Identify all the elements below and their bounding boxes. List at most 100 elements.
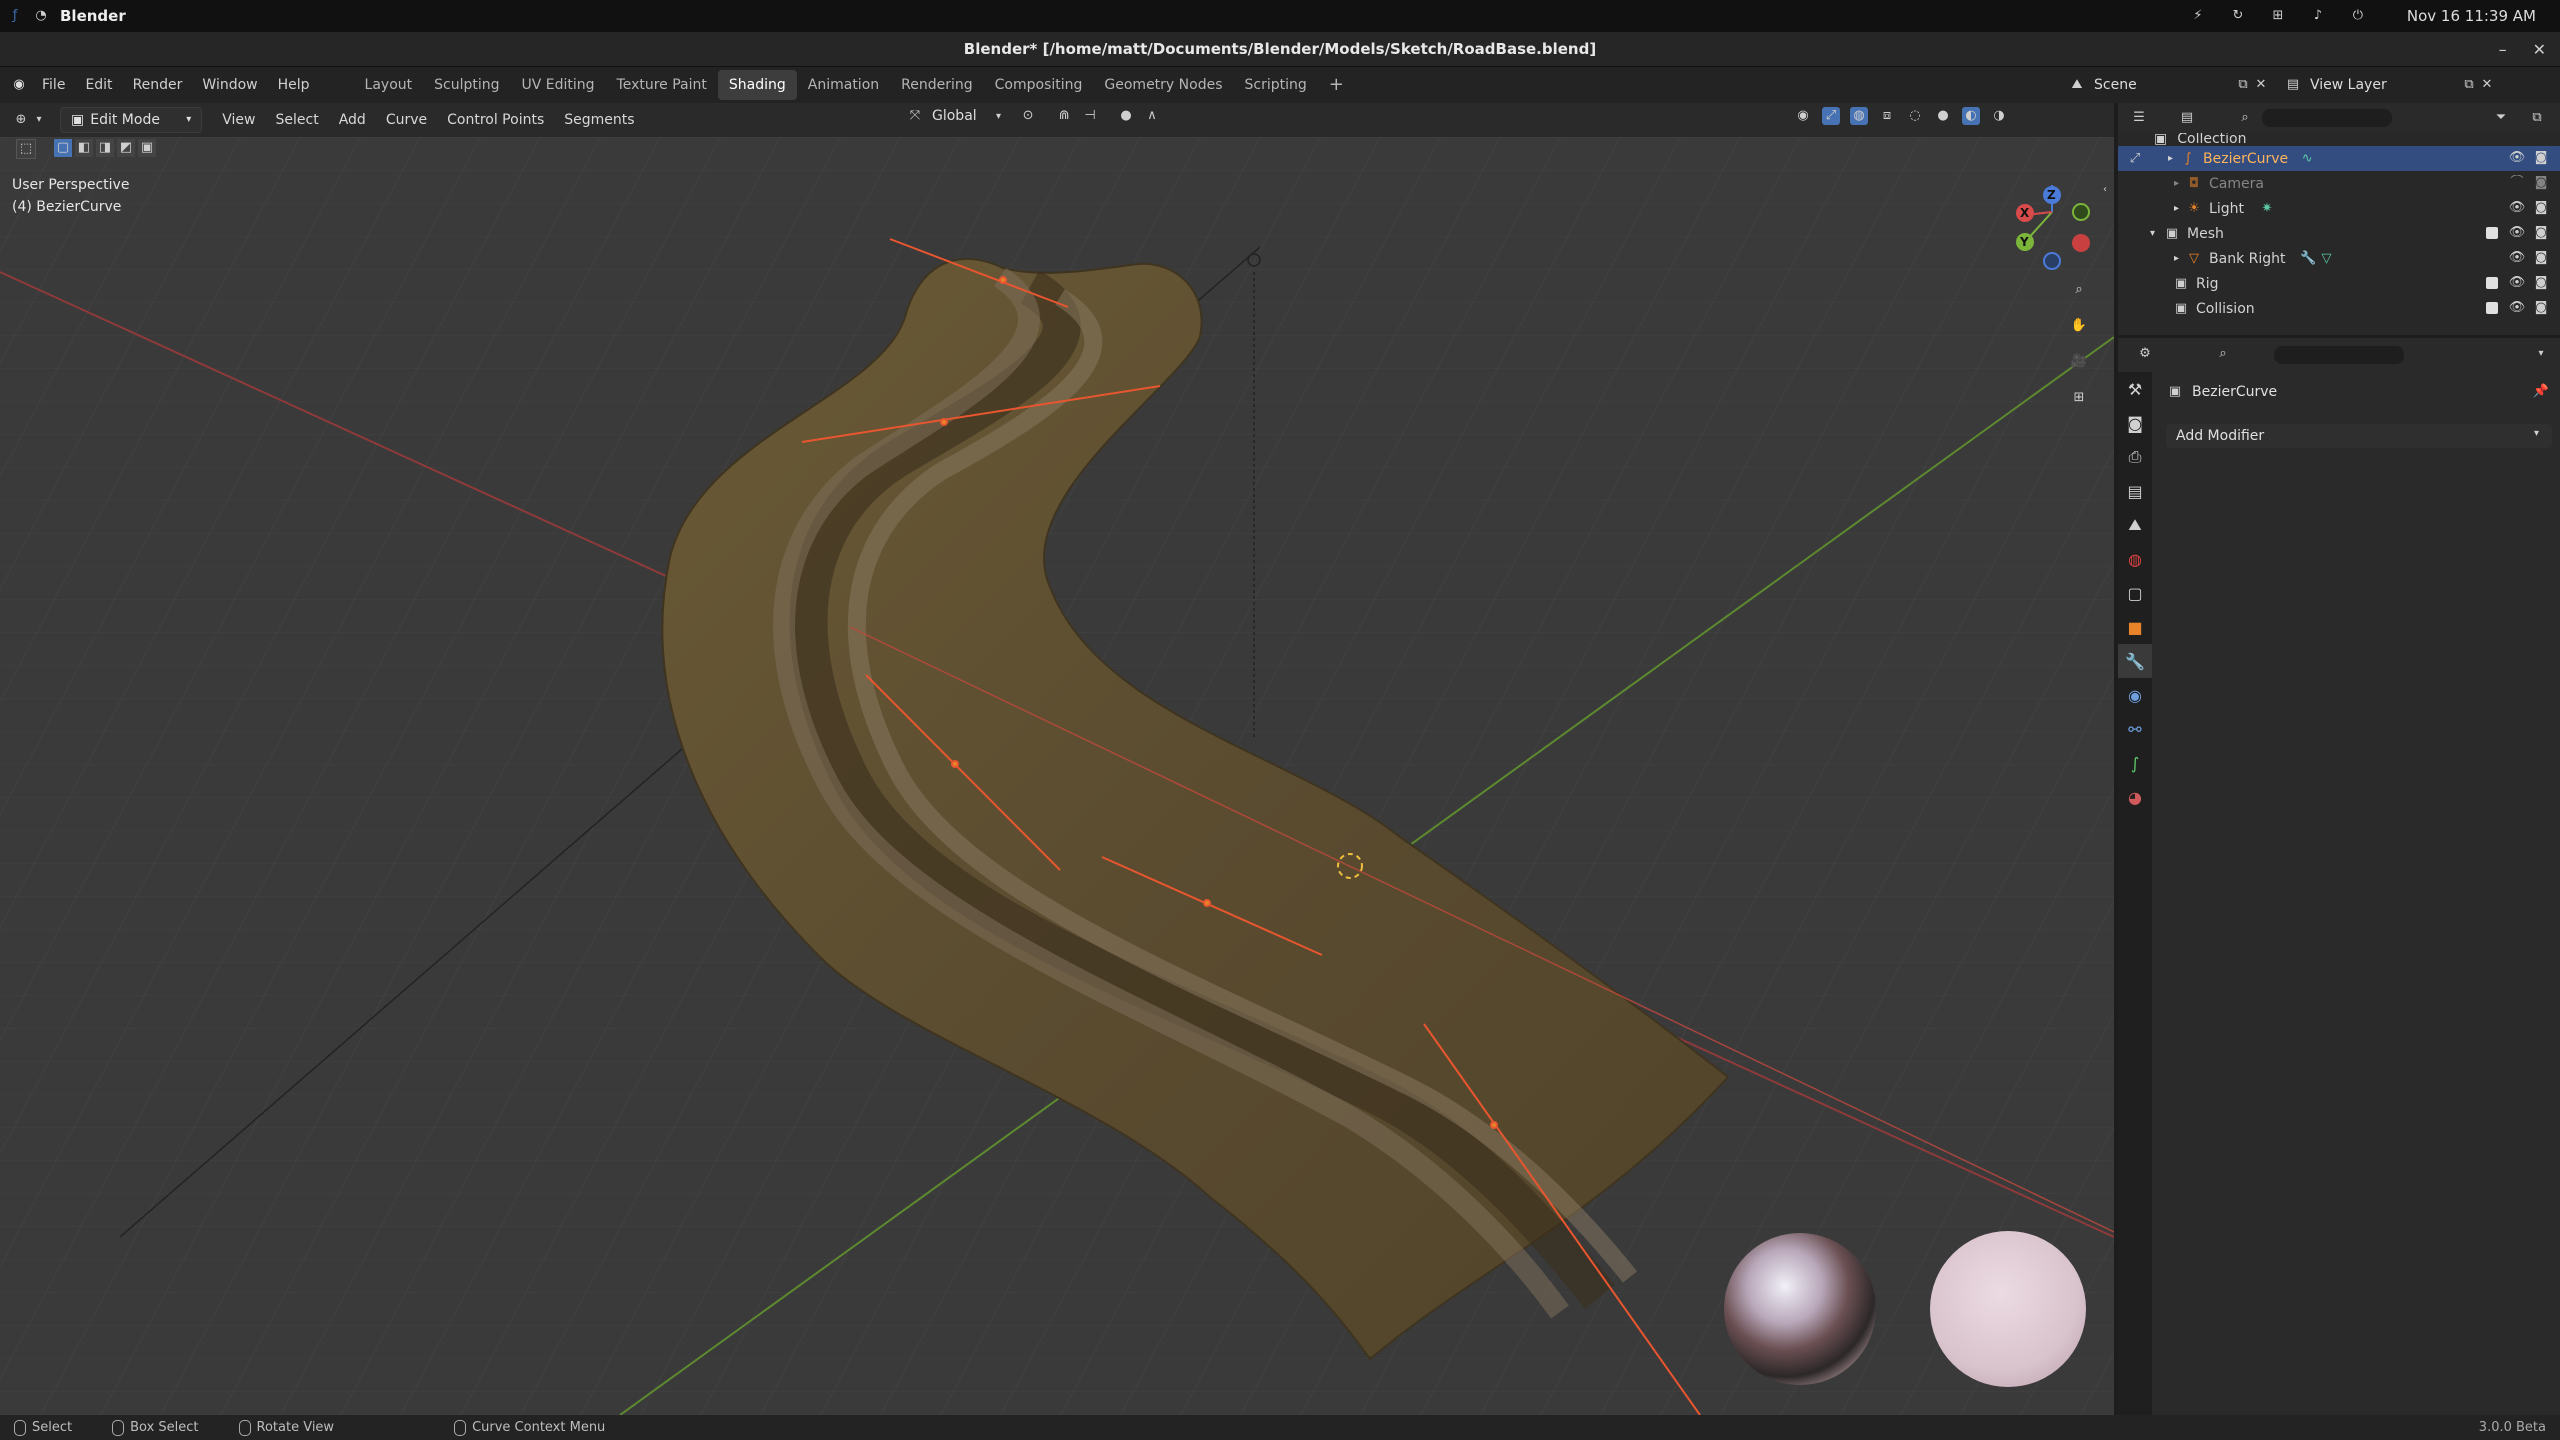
sidebar-toggle-icon[interactable]: ‹ <box>2096 181 2114 199</box>
menu-control-points[interactable]: Control Points <box>437 107 554 133</box>
view-layer-icon[interactable]: ▤ <box>2284 76 2302 94</box>
activity-icon[interactable]: ⚡ <box>2189 7 2207 25</box>
select-subtract-icon[interactable]: ◨ <box>96 139 114 157</box>
tab-scripting[interactable]: Scripting <box>1234 70 1318 100</box>
camera-render-icon[interactable]: ◙ <box>2532 299 2550 317</box>
eye-icon[interactable]: 👁 <box>2508 249 2526 267</box>
select-extend-icon[interactable]: ◧ <box>75 139 93 157</box>
tab-geometry-nodes[interactable]: Geometry Nodes <box>1093 70 1233 100</box>
outliner-row-rig[interactable]: ▣ Rig 👁 ◙ <box>2118 271 2560 296</box>
menu-window[interactable]: Window <box>192 70 267 100</box>
collection-tab-icon[interactable]: ▢ <box>2118 576 2152 610</box>
outliner-row-camera[interactable]: ▸ ◘ Camera ⌒ ◙ <box>2118 171 2560 196</box>
clock[interactable]: Nov 16 11:39 AM <box>2407 7 2536 25</box>
chevron-down-icon[interactable]: ▾ <box>30 111 48 129</box>
new-collection-icon[interactable]: ⧉ <box>2528 109 2546 127</box>
pin-icon[interactable]: 📌 <box>2532 383 2550 401</box>
snap-target-icon[interactable]: ⊣ <box>1081 107 1099 125</box>
eye-icon[interactable]: 👁 <box>2508 199 2526 217</box>
add-workspace-icon[interactable]: + <box>1318 70 1355 100</box>
world-tab-icon[interactable]: ◍ <box>2118 542 2152 576</box>
remove-view-layer-icon[interactable]: ✕ <box>2478 76 2496 94</box>
camera-render-icon[interactable]: ◙ <box>2532 274 2550 292</box>
edit-mode-toggle-icon[interactable]: ⤢ <box>2126 150 2144 168</box>
view-layer-name[interactable]: View Layer <box>2310 77 2460 93</box>
view-layer-tab-icon[interactable]: ▤ <box>2118 474 2152 508</box>
data-tab-icon[interactable]: ∫ <box>2118 746 2152 780</box>
search-icon[interactable]: ⌕ <box>2214 345 2232 363</box>
camera-view-icon[interactable]: 🎥 <box>2070 353 2088 371</box>
outliner-row-mesh[interactable]: ▾ ▣ Mesh 👁 ◙ <box>2118 221 2560 246</box>
collection-checkbox[interactable] <box>2486 277 2498 289</box>
3d-viewport[interactable]: Z Y X ⬚ ▢ ◧ ◨ ◩ ▣ User Perspective (4) B… <box>0 137 2114 1415</box>
collapse-arrow-icon[interactable]: ▾ <box>2150 228 2155 239</box>
chevron-down-icon[interactable]: ▾ <box>2532 345 2550 363</box>
snap-icon[interactable]: ⋒ <box>1055 107 1073 125</box>
blender-logo-icon[interactable]: ◉ <box>10 76 28 94</box>
tab-shading[interactable]: Shading <box>717 70 797 100</box>
app-name[interactable]: Blender <box>60 7 126 25</box>
xray-icon[interactable]: ⧈ <box>1878 107 1896 125</box>
volume-icon[interactable]: ♪ <box>2309 7 2327 25</box>
camera-render-icon[interactable]: ◙ <box>2532 199 2550 217</box>
scene-name[interactable]: Scene <box>2094 77 2234 93</box>
camera-render-icon[interactable]: ◙ <box>2532 224 2550 242</box>
power-icon[interactable]: ⏻ <box>2349 7 2367 25</box>
expand-arrow-icon[interactable]: ▸ <box>2174 203 2179 214</box>
properties-search-input[interactable] <box>2274 346 2404 364</box>
menu-view[interactable]: View <box>212 107 265 133</box>
camera-render-icon[interactable]: ◙ <box>2532 149 2550 167</box>
camera-render-icon[interactable]: ◙ <box>2532 174 2550 192</box>
update-icon[interactable]: ↻ <box>2229 7 2247 25</box>
editor-type-icon[interactable]: ⊕ <box>12 111 30 129</box>
visibility-icon[interactable]: ◉ <box>1794 107 1812 125</box>
select-new-icon[interactable]: ▢ <box>54 139 72 157</box>
collection-checkbox[interactable] <box>2486 302 2498 314</box>
rendered-shading-icon[interactable]: ◑ <box>1990 107 2008 125</box>
falloff-icon[interactable]: ∧ <box>1143 107 1161 125</box>
pivot-point-icon[interactable]: ⊙ <box>1019 107 1037 125</box>
expand-arrow-icon[interactable]: ▸ <box>2174 178 2179 189</box>
outliner-row-beziercurve[interactable]: ⤢ ▸ ∫ BezierCurve ∿ 👁 ◙ <box>2118 146 2560 171</box>
tab-compositing[interactable]: Compositing <box>984 70 1094 100</box>
outliner-row-light[interactable]: ▸ ☀ Light ✷ 👁 ◙ <box>2118 196 2560 221</box>
proportional-edit-icon[interactable]: ● <box>1117 107 1135 125</box>
select-invert-icon[interactable]: ◩ <box>117 139 135 157</box>
add-modifier-dropdown[interactable]: Add Modifier ▾ <box>2166 424 2552 448</box>
object-tab-icon[interactable]: ■ <box>2118 610 2152 644</box>
outliner-type-icon[interactable]: ☰ <box>2130 109 2148 127</box>
menu-help[interactable]: Help <box>268 70 320 100</box>
solid-shading-icon[interactable]: ● <box>1934 107 1952 125</box>
render-tab-icon[interactable]: ◙ <box>2118 406 2152 440</box>
menu-curve[interactable]: Curve <box>376 107 437 133</box>
chevron-down-icon[interactable]: ▾ <box>996 111 1001 122</box>
eye-icon[interactable]: 👁 <box>2508 299 2526 317</box>
outliner-row-bank-right[interactable]: ▸ ▽ Bank Right 🔧 ▽ 👁 ◙ <box>2118 246 2560 271</box>
fedora-logo-icon[interactable]: ƒ <box>6 7 24 25</box>
new-view-layer-icon[interactable]: ⧉ <box>2460 76 2478 94</box>
ortho-grid-icon[interactable]: ⊞ <box>2070 389 2088 407</box>
eye-icon[interactable]: 👁 <box>2508 224 2526 242</box>
properties-type-icon[interactable]: ⚙ <box>2136 345 2154 363</box>
expand-arrow-icon[interactable]: ▸ <box>2174 253 2179 264</box>
constraints-tab-icon[interactable]: ⚯ <box>2118 712 2152 746</box>
select-intersect-icon[interactable]: ▣ <box>138 139 156 157</box>
outliner-row-collection[interactable]: ▣ Collection <box>2118 133 2560 145</box>
eye-icon[interactable]: 👁 <box>2508 149 2526 167</box>
zoom-icon[interactable]: ⌕ <box>2070 281 2088 299</box>
outliner-row-collision[interactable]: ▣ Collision 👁 ◙ <box>2118 296 2560 321</box>
menu-select[interactable]: Select <box>266 107 329 133</box>
select-tool-icon[interactable]: ⬚ <box>16 139 36 159</box>
tool-tab-icon[interactable]: ⚒ <box>2118 372 2152 406</box>
remove-scene-icon[interactable]: ✕ <box>2252 76 2270 94</box>
orientation-selector[interactable]: Global <box>932 108 988 124</box>
modifier-tab-icon[interactable]: 🔧 <box>2118 644 2152 678</box>
eye-hidden-icon[interactable]: ⌒ <box>2508 174 2526 192</box>
new-scene-icon[interactable]: ⧉ <box>2234 76 2252 94</box>
menu-file[interactable]: File <box>32 70 75 100</box>
menu-render[interactable]: Render <box>123 70 193 100</box>
mode-selector[interactable]: ▣ Edit Mode ▾ <box>60 107 203 133</box>
outliner-search-input[interactable] <box>2262 109 2392 127</box>
filter-icon[interactable]: ⏷ <box>2492 109 2510 127</box>
material-tab-icon[interactable]: ◕ <box>2118 780 2152 814</box>
